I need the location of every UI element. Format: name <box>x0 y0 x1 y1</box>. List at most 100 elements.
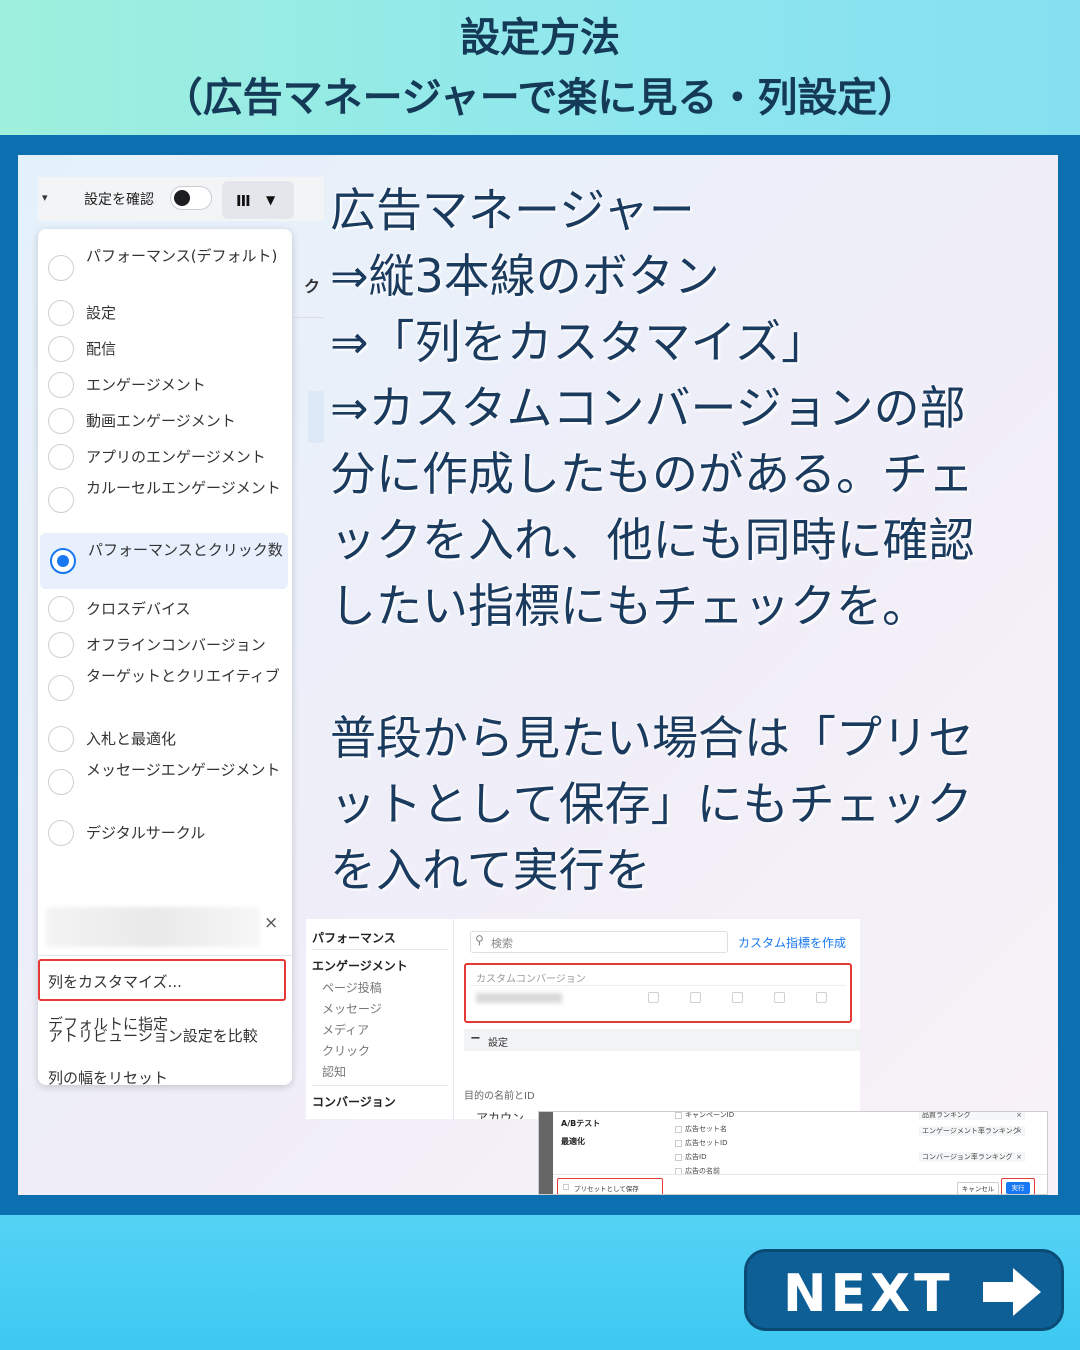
menu-option[interactable]: カルーセルエンゲージメント <box>38 477 292 523</box>
blurred-saved-item[interactable] <box>46 907 260 947</box>
preset-label: プリセットとして保存 <box>574 1185 639 1193</box>
checkbox[interactable] <box>563 1184 569 1190</box>
customize-columns-item[interactable]: 列をカスタマイズ... <box>48 971 182 992</box>
create-custom-metric-link[interactable]: カスタム指標を作成 <box>738 934 846 951</box>
divider <box>470 985 846 986</box>
search-input[interactable]: ⚲ 検索 <box>470 931 728 953</box>
menu-option[interactable]: パフォーマンス(デフォルト) <box>38 245 292 291</box>
radio-button[interactable] <box>48 820 74 846</box>
metric-item[interactable]: キャンペーンID <box>675 1112 734 1120</box>
metric-item[interactable]: 広告セット名 <box>675 1124 727 1134</box>
divider <box>38 955 292 956</box>
columns-icon: III <box>236 192 251 210</box>
checkbox[interactable] <box>675 1112 682 1119</box>
option-label: ターゲットとクリエイティブ <box>86 667 280 685</box>
sidebar-item[interactable]: 最適化 <box>561 1136 585 1147</box>
settings-section-header[interactable]: − 設定 <box>464 1029 860 1051</box>
instruction-line: ⇒カスタムコンバージョンの部 <box>330 381 966 435</box>
selected-metric-chip[interactable]: エンゲージメント率ランキング × <box>919 1126 1025 1136</box>
metric-label: 広告ID <box>685 1153 707 1161</box>
metric-item[interactable]: 広告セットID <box>675 1138 727 1148</box>
sidebar-item[interactable]: ページ投稿 <box>322 979 382 996</box>
checkbox[interactable] <box>675 1153 682 1161</box>
toggle-knob <box>174 190 190 206</box>
chevron-down-icon[interactable]: ▾ <box>42 191 48 204</box>
metric-label: 広告セットID <box>685 1139 728 1147</box>
sidebar-heading[interactable]: パフォーマンス <box>312 929 396 946</box>
option-label: メッセージエンゲージメント <box>86 761 281 779</box>
divider <box>312 1085 448 1086</box>
sidebar-heading[interactable]: エンゲージメント <box>312 957 408 974</box>
next-button[interactable]: NEXT <box>744 1249 1064 1331</box>
collapse-icon[interactable]: − <box>470 1031 481 1046</box>
checkbox[interactable] <box>675 1139 682 1147</box>
radio-button[interactable] <box>48 487 74 513</box>
close-icon[interactable]: × <box>1016 1112 1022 1119</box>
menu-option[interactable]: アプリのエンゲージメント <box>38 441 292 473</box>
title-banner: 設定方法 （広告マネージャーで楽に見る・列設定） <box>0 0 1080 135</box>
instruction-line: ⇒縦3本線のボタン <box>330 249 720 303</box>
radio-button[interactable] <box>48 255 74 281</box>
menu-option[interactable]: 設定 <box>38 297 292 329</box>
cancel-button[interactable]: キャンセル <box>957 1182 999 1194</box>
menu-option[interactable]: エンゲージメント <box>38 369 292 401</box>
columns-button[interactable]: III ▼ <box>222 181 294 219</box>
radio-button[interactable] <box>48 726 74 752</box>
menu-option[interactable]: メッセージエンゲージメント <box>38 759 292 805</box>
radio-button[interactable] <box>48 300 74 326</box>
close-icon[interactable]: × <box>1016 1127 1022 1135</box>
radio-button[interactable] <box>48 675 74 701</box>
menu-option[interactable]: ターゲットとクリエイティブ <box>38 665 292 711</box>
table-header-peek: ク <box>304 277 321 296</box>
metric-item[interactable]: 広告ID <box>675 1152 706 1162</box>
sidebar-item[interactable]: A/Bテスト <box>561 1118 600 1129</box>
radio-button[interactable] <box>48 372 74 398</box>
radio-button[interactable] <box>48 444 74 470</box>
chip-label: コンバージョン率ランキング <box>922 1153 1013 1161</box>
reset-column-width-item[interactable]: 列の幅をリセット <box>48 1067 168 1088</box>
selected-metric-chip[interactable]: 品質ランキング × <box>919 1112 1025 1120</box>
menu-option[interactable]: 動画エンゲージメント <box>38 405 292 437</box>
option-label: 配信 <box>86 340 117 358</box>
close-icon[interactable]: × <box>264 913 278 933</box>
compare-attribution-item[interactable]: アトリビューション設定を比較 <box>48 1025 258 1046</box>
menu-option-selected[interactable]: パフォーマンスとクリック数 <box>40 533 288 589</box>
radio-button-selected[interactable] <box>50 548 76 574</box>
menu-option[interactable]: クロスデバイス <box>38 593 292 625</box>
option-label: クロスデバイス <box>86 600 191 618</box>
save-preset-screenshot: A/Bテスト 最適化 キャンペーンID 広告セット名 広告セットID 広告ID … <box>538 1111 1048 1195</box>
menu-option[interactable]: オフラインコンバージョン <box>38 629 292 661</box>
run-button[interactable]: 実行 <box>1006 1182 1030 1194</box>
confirm-settings-toggle[interactable] <box>170 186 212 210</box>
radio-button[interactable] <box>48 336 74 362</box>
sidebar-item[interactable]: 認知 <box>322 1063 346 1080</box>
checkbox[interactable] <box>648 992 659 1003</box>
sidebar-item[interactable]: クリック <box>322 1042 370 1059</box>
menu-option[interactable]: 入札と最適化 <box>38 723 292 755</box>
radio-button[interactable] <box>48 769 74 795</box>
close-icon[interactable]: × <box>1016 1153 1022 1161</box>
instruction-line: を入れて実行を <box>330 843 651 897</box>
option-label: 入札と最適化 <box>86 730 177 748</box>
instruction-line <box>330 639 1050 705</box>
sidebar-heading[interactable]: コンバージョン <box>312 1093 396 1110</box>
divider <box>294 317 324 318</box>
save-as-preset-checkbox[interactable]: プリセットとして保存 <box>557 1178 663 1194</box>
sidebar-item[interactable]: メディア <box>322 1021 369 1038</box>
checkbox[interactable] <box>732 992 743 1003</box>
checkbox[interactable] <box>816 992 827 1003</box>
menu-option[interactable]: デジタルサークル <box>38 817 292 849</box>
radio-button[interactable] <box>48 408 74 434</box>
checkbox[interactable] <box>675 1125 682 1133</box>
radio-button[interactable] <box>48 632 74 658</box>
checkbox[interactable] <box>774 992 785 1003</box>
instruction-line: ックを入れ、他にも同時に確認 <box>330 513 975 567</box>
radio-button[interactable] <box>48 596 74 622</box>
next-label: NEXT <box>783 1264 954 1324</box>
menu-option[interactable]: 配信 <box>38 333 292 365</box>
selected-metric-chip[interactable]: コンバージョン率ランキング × <box>919 1152 1025 1162</box>
instruction-line: ットとして保存」にもチェック <box>330 777 973 831</box>
columns-menu: パフォーマンス(デフォルト) 設定 配信 エンゲージメント 動画エンゲージメント <box>38 229 292 1085</box>
checkbox[interactable] <box>690 992 701 1003</box>
sidebar-item[interactable]: メッセージ <box>322 1000 382 1017</box>
